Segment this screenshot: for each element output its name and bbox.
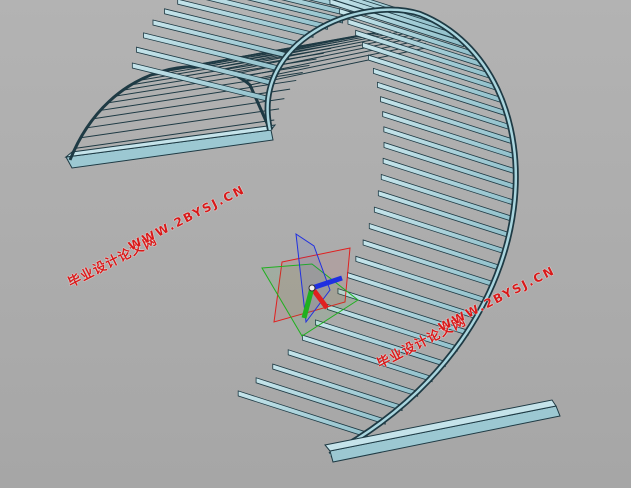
back-slat <box>93 88 291 120</box>
move-triad-handle[interactable] <box>261 232 359 337</box>
cad-viewport[interactable]: 毕业设计论文网 WWW.2BYSJ.CN 毕业设计论文网 WWW.2BYSJ.C… <box>0 0 631 488</box>
right-base-flange-top <box>324 399 557 452</box>
triad-origin[interactable] <box>308 284 316 292</box>
arch-grille-model[interactable] <box>0 0 631 488</box>
back-slat <box>86 98 285 129</box>
